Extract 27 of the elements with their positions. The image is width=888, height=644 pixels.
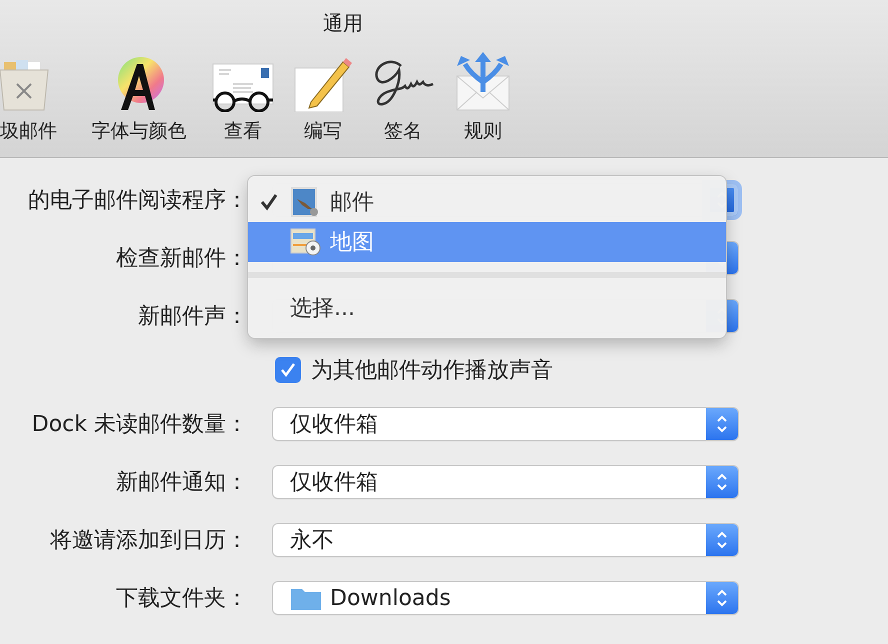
field-label: Dock 未读邮件数量： [32,411,248,439]
toolbar-tab[interactable]: 查看 [224,118,262,144]
menu-item[interactable]: 邮件 [248,182,726,222]
checkmark-icon [279,361,297,379]
checkbox-label: 为其他邮件动作播放声音 [311,357,553,385]
map-icon [290,227,322,257]
popup-button[interactable]: 仅收件箱 [273,466,738,498]
toolbar-tab[interactable]: 字体与颜色 [92,118,186,144]
pencil-paper-icon [293,56,353,112]
field-label: 检查新邮件： [116,245,248,273]
field-label: 将邀请添加到日历： [50,527,248,555]
toolbar-tab[interactable]: 圾邮件 [0,118,57,144]
toolbar-tab[interactable]: 签名 [384,118,422,144]
toolbar-tab[interactable]: 规则 [464,118,502,144]
popup-button[interactable]: 永不 [273,524,738,556]
toolbar-tab[interactable]: 编写 [304,118,342,144]
stamp-icon [290,187,320,217]
field-label: 下载文件夹： [116,585,248,613]
popup-button[interactable]: 仅收件箱 [273,408,738,440]
field-label: 新邮件声： [138,303,248,331]
popup-button[interactable]: Downloads [273,582,738,614]
checkbox[interactable] [275,357,301,383]
menu-item[interactable]: 选择... [248,288,726,328]
field-label: 新邮件通知： [116,469,248,497]
field-label: 的电子邮件阅读程序： [28,187,248,215]
envelope-arrows-icon [455,52,511,112]
window-title: 通用 [322,10,364,37]
